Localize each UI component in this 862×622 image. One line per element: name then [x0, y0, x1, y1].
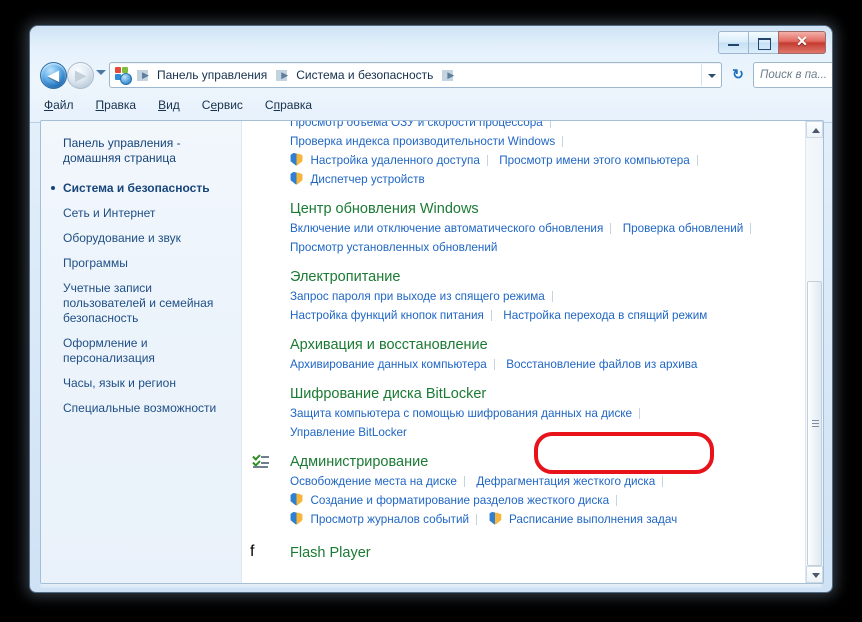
sidebar-item-system-security[interactable]: Система и безопасность	[41, 176, 241, 201]
uac-shield-icon	[290, 172, 303, 185]
scrollbar-grip-icon	[812, 419, 819, 428]
minimize-icon	[728, 44, 739, 46]
breadcrumb-separator-icon: ▶	[137, 70, 149, 81]
link-check-updates[interactable]: Проверка обновлений	[623, 222, 744, 235]
link-remote-access[interactable]: Настройка удаленного доступа	[310, 154, 479, 167]
power-options-icon	[250, 266, 282, 298]
link-device-manager[interactable]: Диспетчер устройств	[310, 173, 424, 186]
uac-shield-icon	[488, 512, 502, 525]
menu-bar: Файл Правка Вид Сервис Справка	[30, 94, 832, 116]
link-backup-computer[interactable]: Архивирование данных компьютера	[290, 358, 487, 371]
menu-item-tools[interactable]: Сервис	[202, 98, 243, 112]
sidebar-item-hardware-sound[interactable]: Оборудование и звук	[41, 226, 241, 251]
uac-shield-icon	[290, 153, 303, 166]
windows-update-icon	[250, 198, 282, 230]
sidebar-item-ease-of-access[interactable]: Специальные возможности	[41, 396, 241, 421]
forward-arrow-icon: ▶	[75, 67, 86, 83]
search-box[interactable]: Поиск в па...	[753, 62, 832, 88]
uac-shield-icon	[290, 493, 303, 506]
sidebar-item-programs[interactable]: Программы	[41, 251, 241, 276]
group-power-options[interactable]: Электропитание Запрос пароля при выходе …	[242, 261, 823, 329]
uac-shield-icon	[290, 512, 303, 525]
link-defragment-drive[interactable]: Дефрагментация жесткого диска	[476, 475, 655, 488]
link-require-password-wakeup[interactable]: Запрос пароля при выходе из спящего режи…	[290, 290, 545, 303]
sidebar-item-home[interactable]: Панель управления - домашняя страница	[41, 131, 241, 176]
window-controls: ✕	[718, 31, 826, 54]
group-title-windows-update[interactable]: Центр обновления Windows	[290, 199, 823, 219]
sidebar-item-network-internet[interactable]: Сеть и Интернет	[41, 201, 241, 226]
link-auto-update-toggle[interactable]: Включение или отключение автоматического…	[290, 222, 603, 235]
back-arrow-icon: ◀	[48, 67, 59, 83]
group-administrative-tools[interactable]: Администрирование Освобождение места на …	[242, 446, 823, 533]
group-title-bitlocker[interactable]: Шифрование диска BitLocker	[290, 384, 823, 404]
backup-restore-icon	[250, 334, 282, 366]
navigation-pane: Панель управления - домашняя страница Си…	[41, 121, 242, 583]
link-installed-updates[interactable]: Просмотр установленных обновлений	[290, 241, 497, 254]
breadcrumb-separator-icon: ▶	[276, 70, 288, 81]
link-manage-bitlocker[interactable]: Управление BitLocker	[290, 426, 407, 439]
navigation-bar: ◀ ▶ ▶ Панель управления ▶ Система и безо…	[30, 60, 832, 90]
sidebar-item-user-accounts[interactable]: Учетные записи пользователей и семейная …	[41, 276, 241, 331]
vertical-scrollbar[interactable]	[805, 121, 823, 583]
link-create-format-partitions[interactable]: Создание и форматирование разделов жестк…	[310, 494, 609, 507]
scroll-down-button[interactable]	[806, 566, 823, 583]
close-button[interactable]: ✕	[778, 31, 826, 54]
system-links: Просмотр объема ОЗУ и скорости процессор…	[290, 121, 823, 189]
maximize-icon	[758, 38, 771, 50]
administrative-tools-icon	[250, 451, 282, 483]
link-free-disk-space[interactable]: Освобождение места на диске	[290, 475, 457, 488]
link-schedule-tasks[interactable]: Расписание выполнения задач	[509, 513, 677, 526]
window-body: Панель управления - домашняя страница Си…	[40, 120, 824, 584]
group-bitlocker[interactable]: Шифрование диска BitLocker Защита компью…	[242, 378, 823, 446]
link-view-event-logs[interactable]: Просмотр журналов событий	[310, 513, 469, 526]
menu-item-file[interactable]: Файл	[44, 98, 74, 112]
link-protect-with-encryption[interactable]: Защита компьютера с помощью шифрования д…	[290, 407, 632, 420]
title-bar[interactable]: ✕	[30, 26, 832, 54]
content-pane: Просмотр объема ОЗУ и скорости процессор…	[242, 121, 823, 583]
breadcrumb-separator-icon: ▶	[442, 70, 454, 81]
status-bar	[40, 584, 822, 588]
group-title-power-options[interactable]: Электропитание	[290, 267, 823, 287]
link-power-button-behavior[interactable]: Настройка функций кнопок питания	[290, 309, 484, 322]
menu-item-edit[interactable]: Правка	[96, 98, 137, 112]
sidebar-item-appearance[interactable]: Оформление и персонализация	[41, 331, 241, 371]
close-icon: ✕	[796, 35, 808, 50]
link-computer-name[interactable]: Просмотр имени этого компьютера	[499, 154, 690, 167]
bitlocker-icon	[250, 383, 282, 415]
refresh-button[interactable]: ↻	[725, 62, 751, 88]
link-restore-files[interactable]: Восстановление файлов из архива	[506, 358, 697, 371]
minimize-button[interactable]	[718, 31, 748, 54]
scroll-up-button[interactable]	[806, 121, 823, 138]
link-performance-index[interactable]: Проверка индекса производительности Wind…	[290, 135, 555, 148]
group-system-partial: Просмотр объема ОЗУ и скорости процессор…	[242, 121, 823, 193]
search-placeholder: Поиск в па...	[760, 69, 828, 81]
sidebar-item-clock-language[interactable]: Часы, язык и регион	[41, 371, 241, 396]
group-windows-update[interactable]: Центр обновления Windows Включение или о…	[242, 193, 823, 261]
explorer-window: ✕ ◀ ▶ ▶ Панель управления ▶ Система и бе…	[30, 26, 832, 592]
group-title-administrative-tools[interactable]: Администрирование	[290, 452, 823, 472]
scrollbar-thumb[interactable]	[807, 281, 822, 566]
history-dropdown-icon[interactable]	[96, 70, 106, 75]
group-title-flash-player[interactable]: Flash Player	[290, 543, 823, 563]
group-backup-restore[interactable]: Архивация и восстановление Архивирование…	[242, 329, 823, 378]
flash-player-icon: f	[250, 543, 255, 560]
group-title-backup-restore[interactable]: Архивация и восстановление	[290, 335, 823, 355]
address-bar[interactable]: ▶ Панель управления ▶ Система и безопасн…	[109, 62, 722, 88]
maximize-button[interactable]	[748, 31, 778, 54]
back-button[interactable]: ◀	[40, 62, 67, 89]
breadcrumb-item-system-security[interactable]: Система и безопасность	[294, 68, 435, 82]
control-panel-icon	[114, 67, 132, 85]
category-list: Просмотр объема ОЗУ и скорости процессор…	[242, 121, 823, 583]
link-view-ram-cpu[interactable]: Просмотр объема ОЗУ и скорости процессор…	[290, 121, 543, 129]
address-dropdown-button[interactable]	[701, 64, 721, 86]
menu-item-help[interactable]: Справка	[265, 98, 312, 112]
forward-button[interactable]: ▶	[67, 62, 94, 89]
group-flash-player[interactable]: f Flash Player	[242, 533, 823, 581]
breadcrumb-item-control-panel[interactable]: Панель управления	[155, 68, 269, 82]
menu-item-view[interactable]: Вид	[158, 98, 180, 112]
link-sleep-settings[interactable]: Настройка перехода в спящий режим	[503, 309, 707, 322]
